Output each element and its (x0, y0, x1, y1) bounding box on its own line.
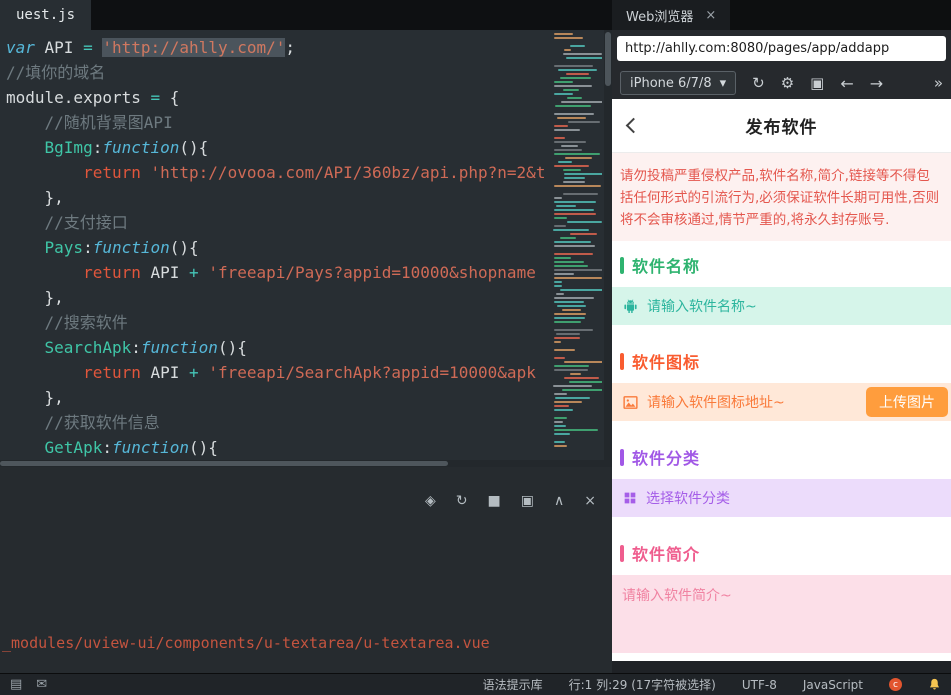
browser-panel: Web浏览器 × http://ahlly.com:8080/pages/app… (612, 0, 951, 673)
section-bar (620, 256, 624, 274)
grid-icon (624, 492, 636, 504)
page-title: 发布软件 (745, 118, 818, 138)
close-icon[interactable]: × (705, 8, 716, 23)
syntax-library-status[interactable]: 语法提示库 (483, 676, 543, 693)
hbuilder-badge-icon[interactable]: c (889, 678, 902, 691)
console-output: _modules/uview-ui/components/u-textarea/… (2, 583, 490, 673)
device-selector-label: iPhone 6/7/8 (630, 75, 712, 91)
device-selector[interactable]: iPhone 6/7/8 ▾ (620, 71, 737, 95)
horizontal-scrollbar-thumb[interactable] (0, 461, 448, 466)
section-header-app-name: 软件名称 (612, 241, 951, 287)
clear-icon[interactable]: × (584, 493, 596, 509)
section-title: 软件图标 (632, 353, 701, 372)
language-status[interactable]: JavaScript (803, 678, 863, 692)
stop-icon[interactable]: ■ (488, 493, 501, 509)
section-header-app-icon: 软件图标 (612, 337, 951, 383)
url-bar: http://ahlly.com:8080/pages/app/addapp (612, 30, 951, 67)
devtools-icon[interactable]: ▣ (810, 74, 824, 92)
upload-image-button[interactable]: 上传图片 (866, 387, 948, 417)
tab-web-browser-label: Web浏览器 (626, 9, 694, 25)
image-icon (623, 395, 638, 409)
console-panel: ◈ ↻ ■ ▣ ∧ × _modules/uview-ui/components/u-te… (0, 467, 612, 673)
app-icon-placeholder: 请输入软件图标地址~ (647, 395, 785, 411)
app-category-select[interactable]: 选择软件分类 (612, 479, 951, 517)
hbuilderx-window: uest.js var API = 'http://ahlly.com/';//… (0, 0, 951, 695)
page-header: 发布软件 (612, 99, 951, 153)
console-toggle-icon[interactable]: ▤ (10, 677, 22, 692)
browser-tab-bar: Web浏览器 × (612, 0, 951, 30)
section-header-app-intro: 软件简介 (612, 529, 951, 575)
vertical-scrollbar[interactable] (604, 30, 612, 460)
code-lines[interactable]: var API = 'http://ahlly.com/';//填你的域名 mod… (0, 30, 546, 460)
tab-request-js-label: uest.js (16, 7, 76, 23)
vertical-scrollbar-thumb[interactable] (605, 32, 611, 86)
more-icon[interactable]: » (934, 74, 943, 92)
forward-icon[interactable]: → (870, 74, 883, 93)
browser-toolbar: iPhone 6/7/8 ▾ ↻ ⚙ ▣ ← → » (612, 67, 951, 99)
editor-tab-bar: uest.js (0, 0, 612, 30)
code-editor[interactable]: var API = 'http://ahlly.com/';//填你的域名 mod… (0, 30, 612, 460)
app-name-placeholder: 请输入软件名称~ (647, 299, 757, 315)
app-intro-placeholder: 请输入软件简介~ (622, 588, 732, 604)
app-icon-input[interactable]: 请输入软件图标地址~ 上传图片 (612, 383, 951, 421)
section-bar (620, 352, 624, 370)
browser-bottom-strip (612, 661, 951, 673)
horizontal-scrollbar[interactable] (0, 460, 612, 467)
status-bar: ▤ ✉ 语法提示库 行:1 列:29 (17字符被选择) UTF-8 JavaS… (0, 673, 951, 695)
cursor-position-status[interactable]: 行:1 列:29 (17字符被选择) (569, 676, 716, 693)
section-title: 软件名称 (632, 257, 701, 276)
back-icon[interactable]: ← (840, 74, 853, 93)
messages-icon[interactable]: ✉ (36, 677, 47, 692)
screenshot-icon[interactable]: ▣ (521, 493, 534, 509)
restart-icon[interactable]: ↻ (456, 493, 468, 509)
section-title: 软件分类 (632, 449, 701, 468)
app-intro-textarea[interactable]: 请输入软件简介~ (612, 575, 951, 653)
console-toolbar: ◈ ↻ ■ ▣ ∧ × (425, 493, 596, 509)
chevron-down-icon: ▾ (719, 75, 727, 91)
url-input[interactable]: http://ahlly.com:8080/pages/app/addapp (617, 36, 946, 61)
back-chevron-icon[interactable] (625, 117, 642, 134)
minimap[interactable] (550, 33, 602, 452)
app-name-input[interactable]: 请输入软件名称~ (612, 287, 951, 325)
android-icon (624, 298, 637, 313)
tab-request-js[interactable]: uest.js (0, 0, 92, 30)
encoding-status[interactable]: UTF-8 (742, 678, 777, 692)
debug-icon[interactable]: ◈ (425, 493, 436, 509)
settings-icon[interactable]: ⚙ (781, 74, 794, 92)
app-category-placeholder: 选择软件分类 (646, 491, 730, 507)
bell-icon[interactable] (928, 678, 941, 691)
tab-web-browser[interactable]: Web浏览器 × (612, 0, 731, 30)
section-bar (620, 448, 624, 466)
collapse-icon[interactable]: ∧ (554, 493, 564, 509)
editor-panel: uest.js var API = 'http://ahlly.com/';//… (0, 0, 612, 673)
warning-text: 请勿投稿严重侵权产品,软件名称,简介,链接等不得包括任何形式的引流行为,必须保证… (612, 153, 951, 241)
console-output-line[interactable]: _modules/uview-ui/components/u-textarea/… (2, 631, 490, 655)
section-title: 软件简介 (632, 545, 701, 564)
app-preview-page: 发布软件 请勿投稿严重侵权产品,软件名称,简介,链接等不得包括任何形式的引流行为… (612, 99, 951, 661)
rotate-device-icon[interactable]: ↻ (752, 74, 765, 92)
section-bar (620, 544, 624, 562)
section-header-app-category: 软件分类 (612, 433, 951, 479)
